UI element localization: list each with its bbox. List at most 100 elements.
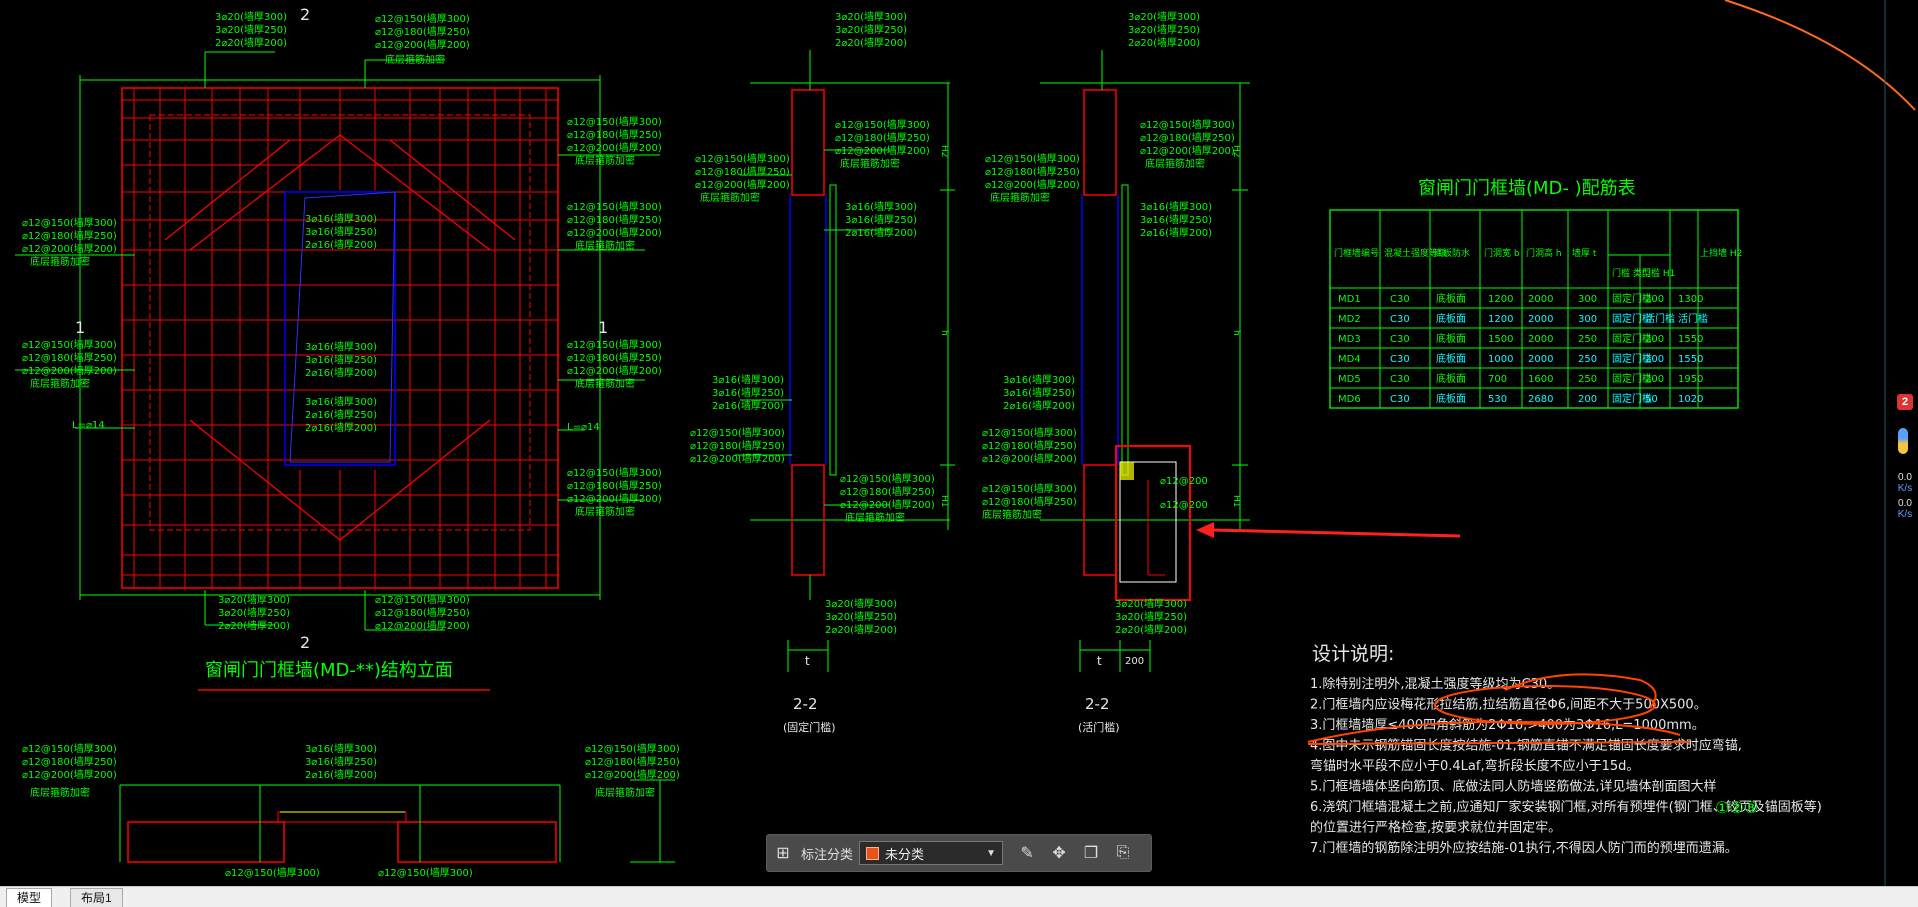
- edit-icon[interactable]: ✎: [1014, 840, 1040, 866]
- svg-text:⌀12@200(墙厚200): ⌀12@200(墙厚200): [567, 226, 662, 239]
- svg-text:2⌀16(墙厚200): 2⌀16(墙厚200): [1140, 226, 1212, 239]
- table-cell: 1020: [1678, 394, 1703, 405]
- note-line: 5.门框墙墙体竖向筋顶、底做法同人防墙竖筋做法,详见墙体剖面图大样: [1310, 779, 1717, 795]
- table-cell: C30: [1390, 334, 1410, 345]
- svg-text:⌀12@180(墙厚250): ⌀12@180(墙厚250): [1140, 131, 1235, 144]
- svg-text:底层箍筋加密: 底层箍筋加密: [575, 505, 635, 518]
- th-7: 门槛 H1: [1642, 267, 1675, 279]
- note-line: 7.门框墙的钢筋除注明外应按结施-01执行,不得因人防门而的预埋而遗漏。: [1310, 840, 1738, 856]
- svg-text:⌀12@150(墙厚300): ⌀12@150(墙厚300): [835, 118, 930, 131]
- table-cell: 1000: [1488, 354, 1513, 365]
- tab-layout1[interactable]: 布局1: [70, 888, 123, 907]
- svg-text:3⌀16(墙厚250): 3⌀16(墙厚250): [305, 755, 377, 768]
- note-line: 的位置进行严格检查,按要求就位并固定牢。: [1310, 820, 1561, 836]
- cad-drawing-canvas[interactable]: 3⌀20(墙厚300)3⌀20(墙厚250)2⌀20(墙厚200) ⌀12@15…: [0, 0, 1918, 886]
- svg-text:⌀12@150(墙厚300): ⌀12@150(墙厚300): [22, 742, 117, 755]
- svg-text:L=⌀14: L=⌀14: [72, 420, 105, 431]
- svg-text:⌀12@200(墙厚200): ⌀12@200(墙厚200): [375, 619, 470, 632]
- svg-text:3⌀16(墙厚250): 3⌀16(墙厚250): [712, 386, 784, 399]
- svg-text:⌀12@200(墙厚200): ⌀12@200(墙厚200): [567, 141, 662, 154]
- svg-text:⌀12@200(墙厚200): ⌀12@200(墙厚200): [690, 452, 785, 465]
- table-cell: MD5: [1338, 374, 1361, 385]
- svg-text:3⌀16(墙厚300): 3⌀16(墙厚300): [845, 200, 917, 213]
- svg-text:⌀12@180(墙厚250): ⌀12@180(墙厚250): [375, 606, 470, 619]
- dim-t-1: t: [805, 654, 810, 668]
- table-cell: C30: [1390, 354, 1410, 365]
- section1-sub: (固定门槛): [783, 720, 836, 734]
- svg-text:⌀12@180(墙厚250): ⌀12@180(墙厚250): [985, 165, 1080, 178]
- svg-text:2⌀16(墙厚200): 2⌀16(墙厚200): [305, 366, 377, 379]
- move-icon[interactable]: ✥: [1046, 840, 1072, 866]
- section1-label: 2-2: [793, 695, 818, 713]
- table-cell: 底板面: [1436, 372, 1466, 385]
- svg-text:⌀12@180(墙厚250): ⌀12@180(墙厚250): [375, 25, 470, 38]
- svg-text:3⌀20(墙厚300): 3⌀20(墙厚300): [1128, 10, 1200, 23]
- svg-text:⌀12@180(墙厚250): ⌀12@180(墙厚250): [22, 351, 117, 364]
- side-mark-right: 1: [598, 318, 608, 337]
- grid-icon[interactable]: ⊞: [770, 840, 796, 866]
- toolbar-label: 标注分类: [801, 846, 854, 862]
- section-mark-top: 2: [300, 5, 310, 24]
- table-cell: 200: [1645, 354, 1664, 365]
- table-cell: 200: [1645, 374, 1664, 385]
- table-cell: 底板面: [1436, 312, 1466, 325]
- svg-text:3⌀16(墙厚250): 3⌀16(墙厚250): [1003, 386, 1075, 399]
- svg-text:⌀12@180(墙厚250): ⌀12@180(墙厚250): [690, 439, 785, 452]
- svg-text:⌀12@150(墙厚300): ⌀12@150(墙厚300): [690, 426, 785, 439]
- svg-text:⌀12@200(墙厚200): ⌀12@200(墙厚200): [840, 498, 935, 511]
- svg-text:3⌀20(墙厚300): 3⌀20(墙厚300): [218, 593, 290, 606]
- svg-text:⌀12@150(墙厚300): ⌀12@150(墙厚300): [225, 866, 320, 879]
- svg-text:⌀12@150(墙厚300): ⌀12@150(墙厚300): [982, 426, 1077, 439]
- th-3: 门洞宽 b: [1484, 247, 1520, 259]
- svg-text:3⌀16(墙厚300): 3⌀16(墙厚300): [305, 742, 377, 755]
- network-meter-icon: [1898, 428, 1908, 454]
- dim-h2-2: H2: [1231, 145, 1241, 158]
- table-cell: 底板面: [1436, 392, 1466, 405]
- svg-text:⌀12@180(墙厚250): ⌀12@180(墙厚250): [567, 213, 662, 226]
- svg-text:⌀12@150(墙厚300): ⌀12@150(墙厚300): [1140, 118, 1235, 131]
- dim-h1-2: H1: [1231, 495, 1241, 508]
- paste-icon[interactable]: ⎘: [1110, 840, 1136, 866]
- table-cell: 700: [1488, 374, 1507, 385]
- table-cell: 250: [1578, 334, 1597, 345]
- table-cell: 1500: [1488, 334, 1513, 345]
- category-select[interactable]: 未分类 ▼: [859, 841, 1004, 865]
- svg-text:⌀12@150(墙厚300): ⌀12@150(墙厚300): [985, 152, 1080, 165]
- tab-model[interactable]: 模型: [6, 888, 53, 907]
- note-line: 4.图中未示钢筋锚固长度按结施-01,钢筋直锚不满足锚固长度要求时应弯锚,: [1310, 738, 1742, 754]
- svg-text:3⌀20(墙厚250): 3⌀20(墙厚250): [215, 23, 287, 36]
- svg-text:⌀12@200(墙厚200): ⌀12@200(墙厚200): [985, 178, 1080, 191]
- svg-text:3⌀16(墙厚300): 3⌀16(墙厚300): [305, 395, 377, 408]
- svg-text:⌀12@150(墙厚300): ⌀12@150(墙厚300): [375, 593, 470, 606]
- svg-text:底层箍筋加密: 底层箍筋加密: [575, 377, 635, 390]
- upload-rate: 0.0: [1898, 472, 1912, 483]
- svg-text:2⌀20(墙厚200): 2⌀20(墙厚200): [215, 36, 287, 49]
- svg-text:3⌀20(墙厚250): 3⌀20(墙厚250): [1128, 23, 1200, 36]
- svg-text:⌀12@180(墙厚250): ⌀12@180(墙厚250): [695, 165, 790, 178]
- svg-text:3⌀16(墙厚300): 3⌀16(墙厚300): [1003, 373, 1075, 386]
- svg-text:2⌀20(墙厚200): 2⌀20(墙厚200): [825, 623, 897, 636]
- svg-text:3⌀16(墙厚250): 3⌀16(墙厚250): [305, 353, 377, 366]
- th-8: 上挡墙 H2: [1700, 247, 1742, 259]
- side-mark-left: 1: [75, 318, 85, 337]
- notification-badge[interactable]: 2: [1897, 394, 1913, 410]
- svg-text:⌀12@180(墙厚250): ⌀12@180(墙厚250): [835, 131, 930, 144]
- th-5: 墙厚 t: [1572, 247, 1597, 259]
- svg-text:2⌀16(墙厚250): 2⌀16(墙厚250): [305, 408, 377, 421]
- svg-text:3⌀16(墙厚250): 3⌀16(墙厚250): [1140, 213, 1212, 226]
- svg-text:⌀12@200: ⌀12@200: [1160, 500, 1208, 511]
- svg-text:3⌀20(墙厚300): 3⌀20(墙厚300): [1115, 597, 1187, 610]
- table-cell: 1300: [1678, 294, 1703, 305]
- th-4: 门洞高 h: [1526, 247, 1562, 259]
- svg-text:⌀12@150(墙厚300): ⌀12@150(墙厚300): [567, 338, 662, 351]
- svg-text:3⌀16(墙厚300): 3⌀16(墙厚300): [712, 373, 784, 386]
- download-rate: 0.0: [1898, 498, 1912, 509]
- dim-h-2: h: [1231, 330, 1241, 336]
- svg-text:2⌀20(墙厚200): 2⌀20(墙厚200): [218, 619, 290, 632]
- svg-text:⌀12@150(墙厚300): ⌀12@150(墙厚300): [982, 482, 1077, 495]
- svg-text:底层箍筋加密: 底层箍筋加密: [30, 377, 90, 390]
- note-line: 弯锚时水平段不应小于0.4Laf,弯折段长度不应小于15d。: [1310, 758, 1639, 774]
- svg-text:⌀12@150(墙厚300): ⌀12@150(墙厚300): [567, 115, 662, 128]
- copy-icon[interactable]: ❐: [1078, 840, 1104, 866]
- svg-text:3⌀16(墙厚250): 3⌀16(墙厚250): [305, 225, 377, 238]
